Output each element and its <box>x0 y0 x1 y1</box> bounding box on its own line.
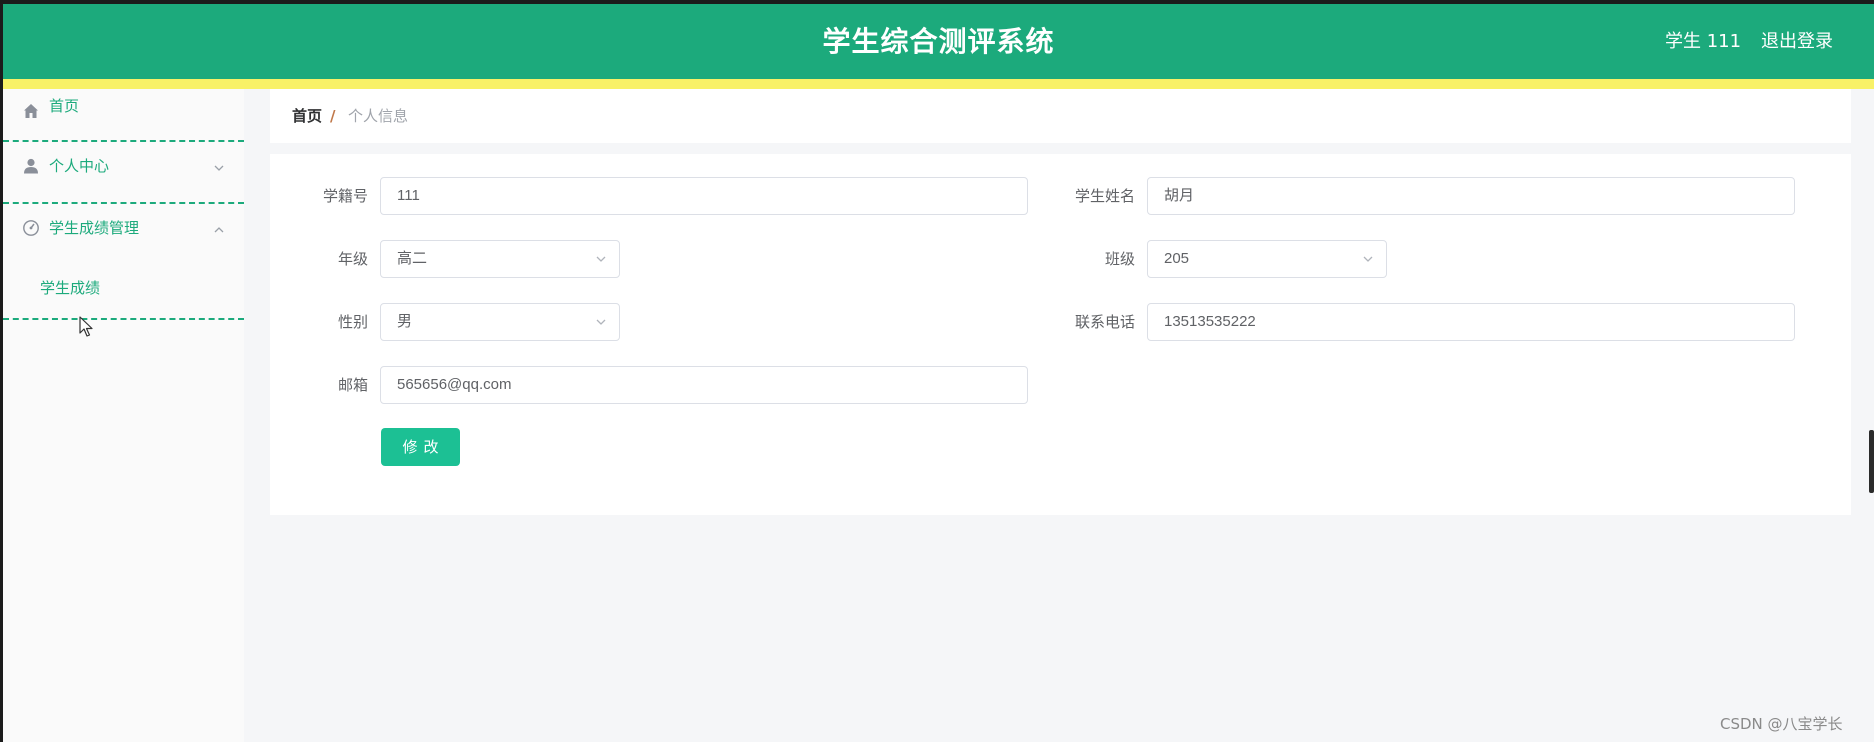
sidebar-subitem-student-scores[interactable]: 学生成绩 <box>3 266 244 320</box>
app-title: 学生综合测评系统 <box>822 25 1055 58</box>
student-no-input[interactable]: 111 <box>380 177 1028 215</box>
chevron-down-icon <box>596 256 606 262</box>
sidebar-item-personal-center[interactable]: 个人中心 <box>3 142 244 204</box>
sidebar-item-label: 首页 <box>49 97 80 115</box>
personal-info-form: 学籍号 111 学生姓名 胡月 年级 高二 班级 205 性别 男 联系电话 1… <box>270 154 1851 515</box>
email-label: 邮箱 <box>337 376 368 394</box>
phone-label: 联系电话 <box>1074 313 1135 331</box>
gender-select[interactable]: 男 <box>380 303 620 341</box>
chevron-down-icon <box>1363 256 1373 262</box>
logout-link[interactable]: 退出登录 <box>1761 4 1833 79</box>
chevron-down-icon <box>214 165 224 171</box>
scrollbar-thumb[interactable] <box>1869 430 1874 493</box>
student-no-label: 学籍号 <box>322 187 368 205</box>
class-select-value: 205 <box>1164 250 1190 267</box>
dashboard-icon <box>23 220 39 236</box>
mouse-cursor-icon <box>79 316 93 337</box>
sidebar-item-label: 个人中心 <box>49 157 110 175</box>
sidebar: 首页 个人中心 学生成绩管理 学生成绩 <box>3 89 244 742</box>
chevron-up-icon <box>214 227 224 233</box>
home-icon <box>24 104 38 118</box>
modify-button[interactable]: 修改 <box>381 428 460 466</box>
class-select[interactable]: 205 <box>1147 240 1387 278</box>
top-header: 学生综合测评系统 学生 111 退出登录 <box>3 4 1874 79</box>
breadcrumb-current: 个人信息 <box>348 107 409 125</box>
breadcrumb: 首页 / 个人信息 <box>270 89 1851 143</box>
chevron-down-icon <box>596 319 606 325</box>
current-user-label: 学生 111 <box>1665 31 1742 52</box>
sidebar-item-score-management[interactable]: 学生成绩管理 <box>3 204 244 266</box>
gender-label: 性别 <box>337 313 368 331</box>
watermark-text: CSDN @八宝学长 <box>1720 715 1843 733</box>
sidebar-item-label: 学生成绩管理 <box>49 219 140 237</box>
grade-select-value: 高二 <box>397 250 428 267</box>
class-label: 班级 <box>1104 250 1135 268</box>
student-name-label: 学生姓名 <box>1074 187 1135 205</box>
gender-select-value: 男 <box>397 313 413 330</box>
sidebar-item-home[interactable]: 首页 <box>3 89 244 142</box>
student-name-input[interactable]: 胡月 <box>1147 177 1795 215</box>
sidebar-subitem-label: 学生成绩 <box>40 279 101 297</box>
header-accent-stripe <box>3 79 1874 89</box>
email-input[interactable]: 565656@qq.com <box>380 366 1028 404</box>
grade-select[interactable]: 高二 <box>380 240 620 278</box>
phone-input[interactable]: 13513535222 <box>1147 303 1795 341</box>
breadcrumb-separator: / <box>330 107 336 125</box>
grade-label: 年级 <box>337 250 368 268</box>
user-icon <box>24 158 38 174</box>
breadcrumb-home-link[interactable]: 首页 <box>292 89 322 143</box>
